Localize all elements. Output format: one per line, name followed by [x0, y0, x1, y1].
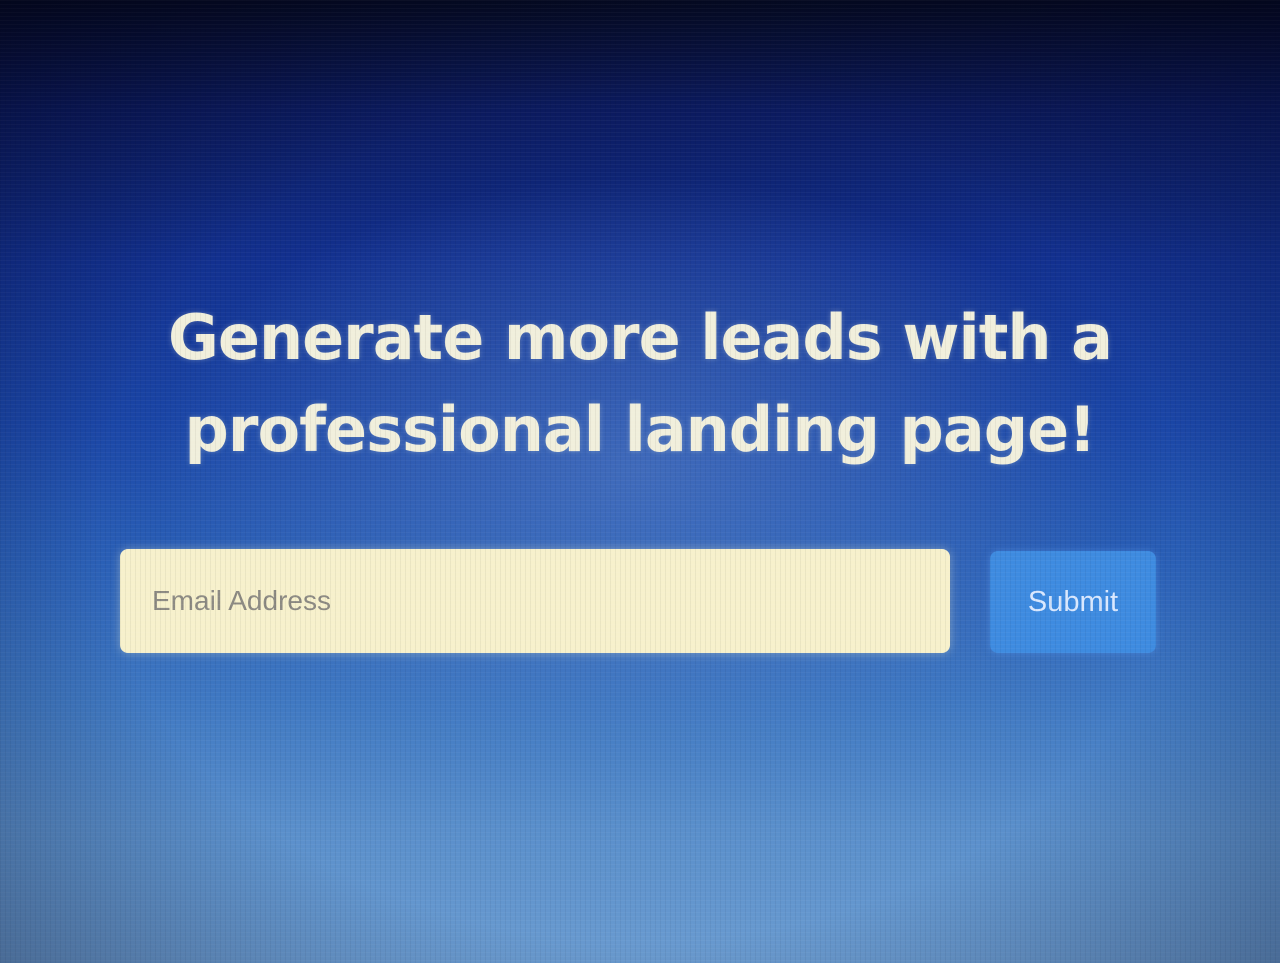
headline-line-1: Generate more leads with a: [168, 301, 1113, 374]
headline-line-2: professional landing page!: [184, 393, 1097, 466]
hero-headline: Generate more leads with a professional …: [140, 292, 1140, 476]
email-signup-form: Submit: [120, 549, 1156, 655]
hero-section: Generate more leads with a professional …: [0, 0, 1280, 963]
submit-button[interactable]: Submit: [990, 551, 1156, 653]
email-input[interactable]: [120, 549, 950, 653]
